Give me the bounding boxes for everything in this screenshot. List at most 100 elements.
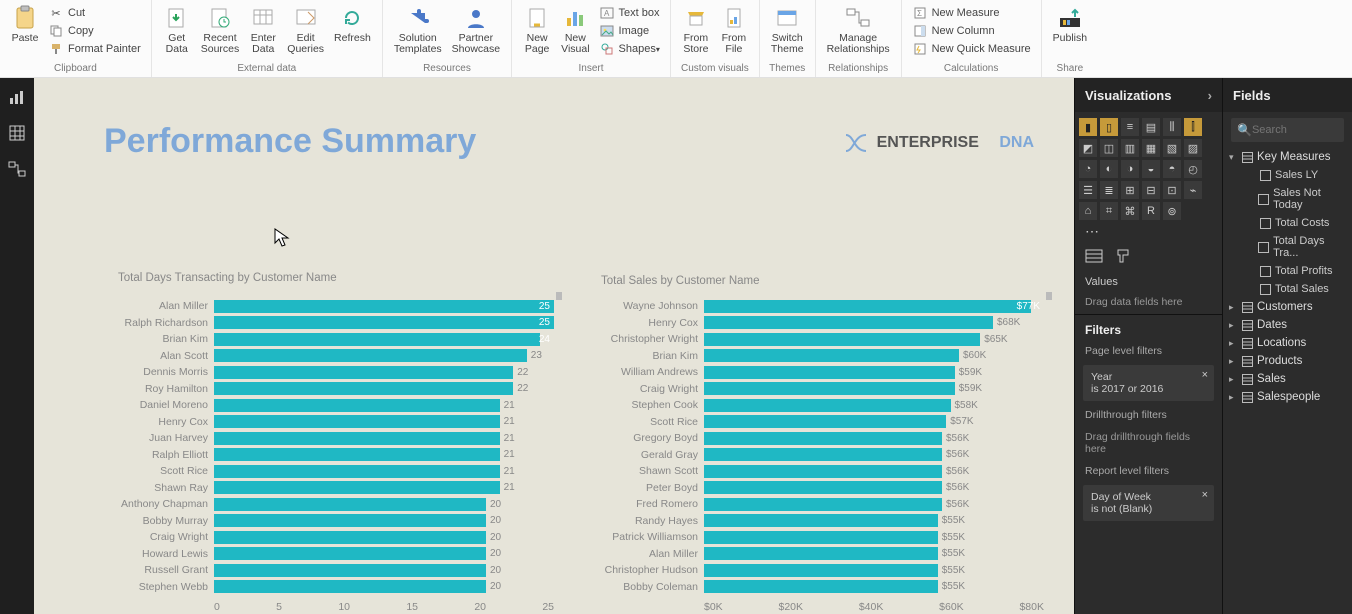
bar-row[interactable]: Anthony Chapman20 <box>104 496 554 513</box>
chart-total-sales[interactable]: Wayne Johnson$77KHenry Cox$68K Christophe… <box>594 298 1044 613</box>
bar-row[interactable]: Ralph Richardson25 <box>104 315 554 332</box>
data-view-button[interactable] <box>6 122 28 144</box>
visualization-type-icon[interactable]: ⌁ <box>1184 181 1202 199</box>
bar-row[interactable]: Howard Lewis20 <box>104 546 554 563</box>
visualization-type-icon[interactable]: ◓ <box>1163 160 1181 178</box>
field-item[interactable]: Sales LY <box>1223 166 1352 184</box>
report-view-button[interactable] <box>6 86 28 108</box>
edit-queries-button[interactable]: EditQueries <box>282 2 329 57</box>
bar-row[interactable]: Stephen Webb20 <box>104 579 554 596</box>
recent-sources-button[interactable]: RecentSources <box>196 2 245 57</box>
bar-row[interactable]: Alan Miller$55K <box>594 546 1044 563</box>
table-item[interactable]: ▸Sales <box>1223 370 1352 388</box>
copy-button[interactable]: Copy <box>44 22 145 40</box>
visualization-type-icon[interactable]: ◩ <box>1079 139 1097 157</box>
table-item[interactable]: ▸Salespeople <box>1223 388 1352 406</box>
visualization-type-icon[interactable]: ≣ <box>1100 181 1118 199</box>
refresh-button[interactable]: Refresh <box>329 2 376 46</box>
from-file-button[interactable]: FromFile <box>715 2 753 57</box>
bar-row[interactable]: Dennis Morris22 <box>104 364 554 381</box>
visualization-type-icon[interactable]: R <box>1142 202 1160 220</box>
bar-row[interactable]: Bobby Coleman$55K <box>594 579 1044 596</box>
cut-button[interactable]: ✂Cut <box>44 4 145 22</box>
bar-row[interactable]: Shawn Ray21 <box>104 480 554 497</box>
values-drop-zone[interactable]: Drag data fields here <box>1075 290 1222 314</box>
visualization-type-icon[interactable]: ◐ <box>1100 160 1118 178</box>
visualization-type-icon[interactable]: ⊡ <box>1163 181 1181 199</box>
new-visual-button[interactable]: NewVisual <box>556 2 594 57</box>
bar-row[interactable]: Daniel Moreno21 <box>104 397 554 414</box>
field-item[interactable]: Total Profits <box>1223 262 1352 280</box>
bar-row[interactable]: William Andrews$59K <box>594 364 1044 381</box>
visualization-type-icon[interactable]: ◔ <box>1079 160 1097 178</box>
filter-day-of-week[interactable]: × Day of Week is not (Blank) <box>1083 485 1214 521</box>
drillthrough-drop-zone[interactable]: Drag drillthrough fields here <box>1075 425 1222 461</box>
close-icon[interactable]: × <box>1202 369 1208 381</box>
fields-tab-icon[interactable] <box>1085 248 1103 264</box>
manage-relationships-button[interactable]: ManageRelationships <box>822 2 895 57</box>
field-item[interactable]: Total Sales <box>1223 280 1352 298</box>
visualization-type-icon[interactable]: ▧ <box>1163 139 1181 157</box>
bar-row[interactable]: Henry Cox21 <box>104 414 554 431</box>
table-item[interactable]: ▸Dates <box>1223 316 1352 334</box>
table-item[interactable]: ▸Locations <box>1223 334 1352 352</box>
publish-button[interactable]: Publish <box>1048 2 1092 46</box>
bar-row[interactable]: Fred Romero$56K <box>594 496 1044 513</box>
field-item[interactable]: Sales Not Today <box>1223 184 1352 214</box>
bar-row[interactable]: Bobby Murray20 <box>104 513 554 530</box>
bar-row[interactable]: Stephen Cook$58K <box>594 397 1044 414</box>
bar-row[interactable]: Gerald Gray$56K <box>594 447 1044 464</box>
visualization-type-icon[interactable]: ⊟ <box>1142 181 1160 199</box>
shapes-button[interactable]: Shapes▾ <box>595 40 664 58</box>
bar-row[interactable]: Randy Hayes$55K <box>594 513 1044 530</box>
visualization-type-icon[interactable]: ⌂ <box>1079 202 1097 220</box>
visualization-type-icon[interactable]: ☰ <box>1079 181 1097 199</box>
bar-row[interactable]: Peter Boyd$56K <box>594 480 1044 497</box>
new-quick-measure-button[interactable]: New Quick Measure <box>908 40 1035 58</box>
bar-row[interactable]: Patrick Williamson$55K <box>594 529 1044 546</box>
switch-theme-button[interactable]: SwitchTheme <box>766 2 809 57</box>
new-column-button[interactable]: New Column <box>908 22 1035 40</box>
fields-header[interactable]: Fields <box>1223 78 1352 112</box>
paste-button[interactable]: Paste <box>6 2 44 46</box>
enter-data-button[interactable]: EnterData <box>244 2 282 57</box>
visualization-type-icon[interactable]: ◑ <box>1121 160 1139 178</box>
filter-year[interactable]: × Year is 2017 or 2016 <box>1083 365 1214 401</box>
partner-showcase-button[interactable]: PartnerShowcase <box>447 2 505 57</box>
bar-row[interactable]: Alan Miller25 <box>104 298 554 315</box>
format-tab-icon[interactable] <box>1115 248 1131 264</box>
chart-days-transacting[interactable]: Alan Miller25Ralph Richardson25Brian Kim… <box>104 298 554 613</box>
fields-search[interactable]: 🔍 <box>1231 118 1344 142</box>
scrollbar-thumb[interactable] <box>556 292 562 300</box>
new-measure-button[interactable]: ΣNew Measure <box>908 4 1035 22</box>
solution-templates-button[interactable]: SolutionTemplates <box>389 2 447 57</box>
bar-row[interactable]: Craig Wright20 <box>104 529 554 546</box>
visualization-type-icon[interactable]: ▦ <box>1142 139 1160 157</box>
bar-row[interactable]: Alan Scott23 <box>104 348 554 365</box>
visualization-type-icon[interactable]: ◴ <box>1184 160 1202 178</box>
bar-row[interactable]: Brian Kim24 <box>104 331 554 348</box>
visualization-type-icon[interactable]: ⊚ <box>1163 202 1181 220</box>
field-item[interactable]: Total Costs <box>1223 214 1352 232</box>
visualization-type-icon[interactable]: ⫼ <box>1163 118 1181 136</box>
close-icon[interactable]: × <box>1202 489 1208 501</box>
report-canvas[interactable]: Performance Summary ENTERPRISE DNA Total… <box>34 78 1074 614</box>
table-item[interactable]: ▸Customers <box>1223 298 1352 316</box>
more-visuals-button[interactable]: ⋯ <box>1079 223 1218 240</box>
bar-row[interactable]: Henry Cox$68K <box>594 315 1044 332</box>
visualizations-header[interactable]: Visualizations › <box>1075 78 1222 112</box>
table-item[interactable]: ▸Products <box>1223 352 1352 370</box>
visualization-type-icon[interactable]: ▨ <box>1184 139 1202 157</box>
model-view-button[interactable] <box>6 158 28 180</box>
image-button[interactable]: Image <box>595 22 664 40</box>
bar-row[interactable]: Ralph Elliott21 <box>104 447 554 464</box>
visualization-type-icon[interactable]: ▯ <box>1100 118 1118 136</box>
visualization-type-icon[interactable]: ≡ <box>1121 118 1139 136</box>
bar-row[interactable]: Wayne Johnson$77K <box>594 298 1044 315</box>
visualization-type-icon[interactable]: ▮ <box>1079 118 1097 136</box>
format-painter-button[interactable]: Format Painter <box>44 40 145 58</box>
bar-row[interactable]: Christopher Hudson$55K <box>594 562 1044 579</box>
bar-row[interactable]: Scott Rice21 <box>104 463 554 480</box>
field-item[interactable]: Total Days Tra... <box>1223 232 1352 262</box>
visualization-type-icon[interactable]: ▥ <box>1121 139 1139 157</box>
